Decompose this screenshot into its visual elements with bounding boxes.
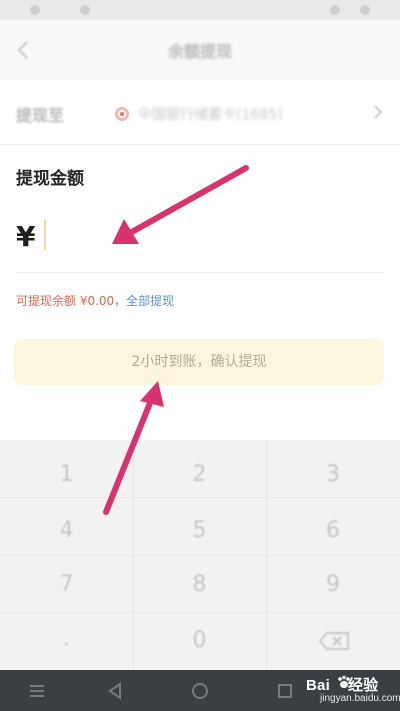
key-7[interactable]: 7 <box>0 572 133 597</box>
key-dot[interactable]: . <box>0 626 133 651</box>
confirm-withdraw-button[interactable]: 2小时到账，确认提现 <box>14 339 384 385</box>
key-2[interactable]: 2 <box>133 462 266 487</box>
available-balance: 可提现余额 ¥0.00， <box>16 294 127 308</box>
back-icon[interactable] <box>106 682 124 700</box>
menu-icon[interactable] <box>28 682 46 700</box>
status-icon <box>30 5 40 15</box>
amount-title: 提现金额 <box>16 169 84 189</box>
keypad-divider <box>0 612 400 613</box>
battery-icon <box>360 5 370 15</box>
status-icon <box>80 5 90 15</box>
divider <box>16 272 384 273</box>
paw-icon <box>336 674 352 690</box>
key-9[interactable]: 9 <box>266 572 400 597</box>
withdraw-all-link[interactable]: 全部提现 <box>126 294 174 308</box>
bank-icon <box>114 106 130 122</box>
amount-row: ¥ <box>16 208 384 268</box>
text-caret <box>44 220 46 250</box>
status-icon <box>330 5 340 15</box>
baidu-jingyan-watermark: Bai 经验 jingyan.baidu.com <box>306 672 400 708</box>
nav-bar: 余额提现 <box>0 20 400 80</box>
home-icon[interactable] <box>191 682 209 700</box>
withdraw-form: 提现至 中国银行储蓄卡(1685) 提现金额 ¥ 可提现余额 ¥0.00，全部提… <box>0 80 400 440</box>
watermark-site: jingyan.baidu.com <box>320 693 400 704</box>
keypad-divider <box>0 497 400 498</box>
keypad-divider <box>0 555 400 556</box>
bank-account-name: 中国银行储蓄卡(1685) <box>138 107 283 123</box>
key-0[interactable]: 0 <box>133 628 266 653</box>
amount-input[interactable] <box>42 218 344 254</box>
status-bar <box>0 0 400 20</box>
balance-row: 可提现余额 ¥0.00，全部提现 <box>16 292 174 309</box>
withdraw-target-label: 提现至 <box>16 106 65 125</box>
page-title: 余额提现 <box>167 42 232 61</box>
numeric-keypad: 1 2 3 4 5 6 7 8 9 . 0 <box>0 440 400 670</box>
key-6[interactable]: 6 <box>266 518 400 543</box>
currency-symbol: ¥ <box>16 220 36 253</box>
chevron-right-icon <box>372 104 384 120</box>
key-4[interactable]: 4 <box>0 518 133 543</box>
key-1[interactable]: 1 <box>0 462 133 487</box>
key-3[interactable]: 3 <box>266 462 400 487</box>
recents-icon[interactable] <box>276 682 294 700</box>
key-8[interactable]: 8 <box>133 572 266 597</box>
backspace-icon[interactable] <box>318 631 350 651</box>
withdraw-target-row[interactable]: 提现至 中国银行储蓄卡(1685) <box>0 80 400 145</box>
key-5[interactable]: 5 <box>133 518 266 543</box>
